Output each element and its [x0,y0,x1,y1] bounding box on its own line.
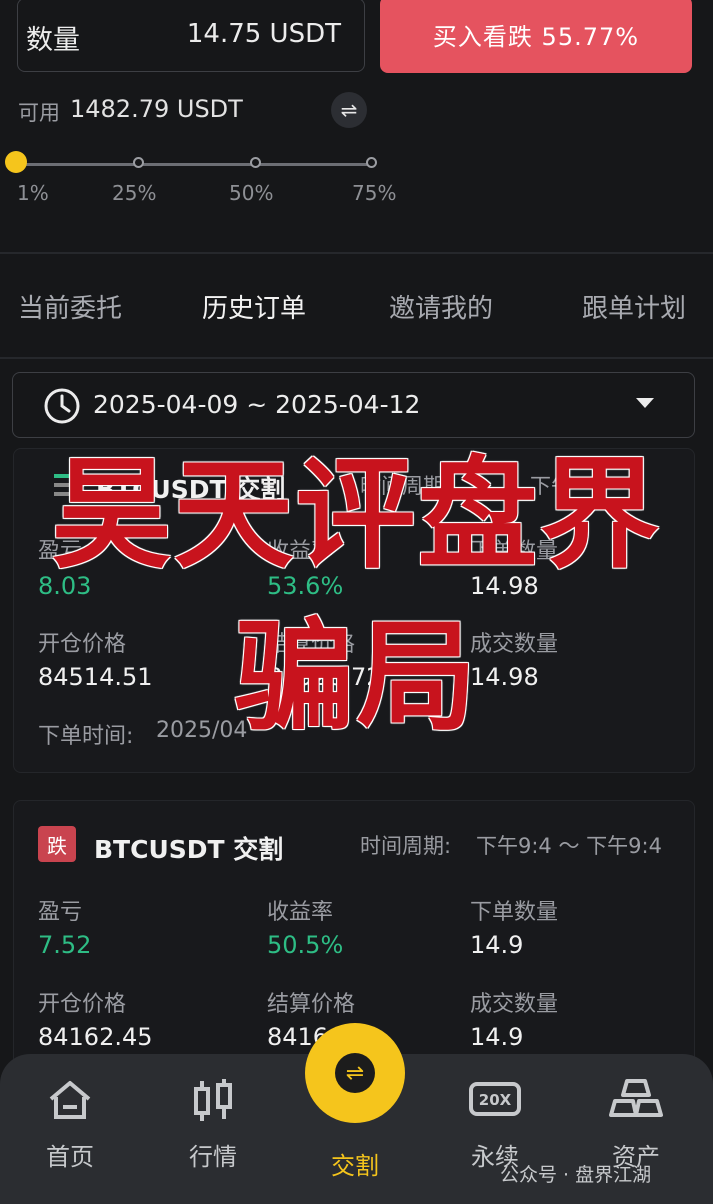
fall-badge: 跌 [38,826,76,862]
slider-mark-75[interactable] [366,157,377,168]
divider [0,357,713,359]
order-period: 下午9:4 ～ 下午9:4 [476,834,662,858]
nav-home[interactable]: 首页 [10,1075,130,1172]
nav-perpetual[interactable]: 20X 永续 [435,1075,555,1172]
order-qty-label: 下单数量 [470,900,559,925]
swap-icon[interactable]: ⇌ [331,92,367,128]
market-icon [194,1079,232,1121]
filled-qty-label: 成交数量 [470,992,559,1017]
available-label: 可用 [18,101,60,125]
slider-label-25: 25% [112,181,157,205]
slider-handle[interactable] [5,151,27,173]
settle-price-label: 结算价格 [267,992,356,1017]
filled-qty-value: 14.9 [470,1023,524,1051]
order-qty-value: 14.9 [470,931,524,959]
watermark: 公众号 · 盘界江湖 [500,1164,652,1186]
slider-label-50: 50% [229,181,274,205]
overlay-subtitle: 骗局 [234,608,479,747]
rate-value: 50.5% [267,931,344,959]
order-pair: BTCUSDT 交割 [94,835,284,864]
overlay-title: 昊天评盘界 [51,446,662,585]
amount-slider[interactable] [16,163,372,166]
nav-market-label: 行情 [189,1143,237,1171]
order-period-label: 时间周期: [360,834,452,858]
nav-trade-button[interactable]: ⇌ [305,1023,405,1123]
date-range-text: 2025-04-09 ~ 2025-04-12 [93,390,421,419]
slider-label-75: 75% [352,181,397,205]
pnl-label: 盈亏 [38,900,83,925]
slider-label-1: 1% [17,181,49,205]
trade-icon: ⇌ [335,1053,375,1093]
nav-home-label: 首页 [46,1143,94,1171]
svg-text:20X: 20X [479,1091,512,1109]
nav-trade[interactable]: 交割 [295,1146,415,1181]
slider-mark-50[interactable] [250,157,261,168]
clock-icon [44,388,80,424]
assets-icon [609,1079,663,1117]
tab-order-history[interactable]: 历史订单 [202,288,306,325]
available-value: 1482.79 USDT [70,95,243,123]
rate-label: 收益率 [267,900,334,925]
quantity-label: 数量 [26,25,80,56]
open-price-label: 开仓价格 [38,992,127,1017]
home-icon [49,1081,91,1119]
nav-market[interactable]: 行情 [153,1075,273,1172]
tab-current-orders[interactable]: 当前委托 [18,288,122,325]
nav-trade-label: 交割 [331,1152,379,1180]
quantity-value[interactable]: 14.75 USDT [187,19,341,49]
chevron-down-icon[interactable] [636,398,654,408]
tab-copy-plan[interactable]: 跟单计划 [582,288,686,325]
perpetual-icon: 20X [469,1082,521,1116]
buy-put-button[interactable]: 买入看跌 55.77% [380,0,692,73]
nav-assets[interactable]: 资产 [576,1075,696,1172]
open-price-value: 84162.45 [38,1023,153,1051]
slider-mark-25[interactable] [133,157,144,168]
pnl-value: 7.52 [38,931,92,959]
tab-invited[interactable]: 邀请我的 [389,288,493,325]
divider [0,252,713,254]
